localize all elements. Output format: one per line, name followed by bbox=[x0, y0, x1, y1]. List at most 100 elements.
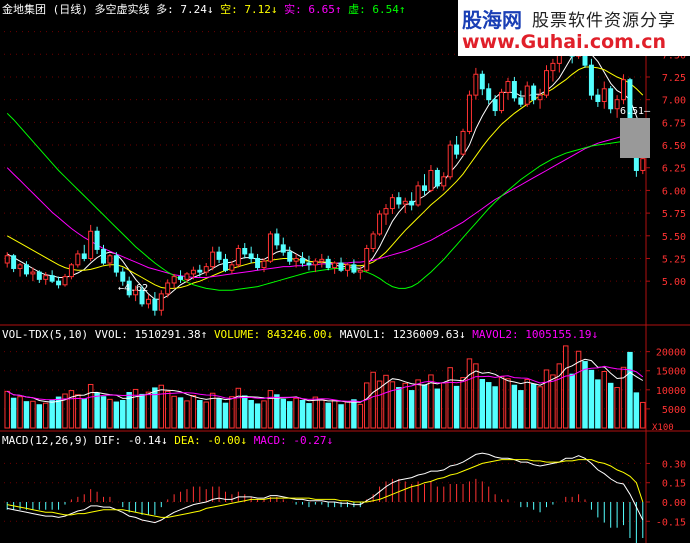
price-axis-tick-label: 5.25 bbox=[662, 254, 686, 265]
candle-body bbox=[210, 251, 216, 268]
volume-bar bbox=[415, 379, 421, 429]
macd-lines bbox=[7, 452, 644, 524]
volume-bar bbox=[518, 390, 524, 429]
candle-body bbox=[338, 262, 344, 271]
price-axis-tick-label: 5.75 bbox=[662, 209, 686, 220]
volume-bar bbox=[75, 394, 81, 429]
volume-bar bbox=[280, 398, 287, 429]
volume-bar bbox=[492, 386, 498, 429]
candle-body bbox=[68, 264, 74, 278]
candle-body bbox=[543, 70, 549, 96]
last-price-box bbox=[620, 118, 650, 158]
volume-bar bbox=[601, 370, 608, 429]
macd-value: MACD: -0.27↓ bbox=[253, 434, 334, 447]
volume-bar bbox=[640, 401, 646, 429]
candle-body bbox=[4, 255, 10, 264]
volume-bar bbox=[87, 383, 94, 429]
volume-bar bbox=[325, 402, 331, 429]
volume-bar bbox=[357, 403, 364, 429]
mavol2-value: MAVOL2: 1005155.19↓ bbox=[472, 328, 599, 341]
candle-body bbox=[319, 258, 325, 262]
watermark-logo: 股海网 bbox=[462, 8, 522, 32]
volume-bar bbox=[145, 391, 152, 429]
volume-bar bbox=[4, 390, 10, 429]
candle-body bbox=[203, 266, 209, 273]
candle-body bbox=[62, 276, 68, 286]
candle-body bbox=[518, 97, 524, 105]
candle-body bbox=[434, 169, 440, 187]
watermark-url: www.Guhai.com.cn bbox=[462, 31, 666, 53]
volume-bar bbox=[164, 390, 171, 429]
candle-body bbox=[402, 200, 408, 205]
volume-bar bbox=[100, 396, 107, 429]
volume-bar bbox=[107, 398, 113, 429]
candle-body bbox=[81, 253, 87, 259]
candle-body bbox=[75, 253, 81, 266]
candle-body bbox=[621, 79, 627, 101]
volume-bar bbox=[363, 382, 370, 429]
candle-body bbox=[409, 200, 415, 206]
volume-bar bbox=[242, 395, 248, 429]
candle-body bbox=[396, 197, 402, 205]
candle-body bbox=[49, 275, 55, 282]
volume-bar bbox=[338, 404, 344, 429]
candle-body bbox=[608, 88, 614, 110]
indicator-name: 多空虚实线 bbox=[94, 3, 150, 16]
candle-body bbox=[537, 94, 543, 101]
volume-bar bbox=[222, 402, 229, 429]
volume-bar bbox=[569, 373, 575, 429]
price-axis-tick-label: 6.50 bbox=[662, 141, 686, 152]
volume-bar bbox=[306, 403, 312, 429]
candle-body bbox=[36, 271, 42, 280]
candle-body bbox=[190, 269, 196, 275]
candle-body bbox=[56, 280, 62, 286]
candle-body bbox=[229, 264, 235, 271]
volume-bar bbox=[582, 361, 588, 429]
macd-header: MACD(12,26,9) DIF: -0.14↓ DEA: -0.00↓ MA… bbox=[2, 434, 333, 447]
candle-body bbox=[152, 298, 158, 311]
candle-body bbox=[261, 260, 267, 269]
volume-bar bbox=[229, 396, 235, 429]
candle-body bbox=[383, 208, 389, 215]
last-price-annotation: 6.51— bbox=[620, 106, 651, 117]
header-item-solid: 实: 6.65↑ bbox=[284, 3, 342, 16]
volume-bar bbox=[197, 400, 203, 429]
mavol1-value: MAVOL1: 1236009.63↓ bbox=[339, 328, 466, 341]
price-axis-tick-label: 7.25 bbox=[662, 73, 686, 84]
volume-bar bbox=[408, 390, 415, 429]
header-item-virtual: 虚: 6.54↑ bbox=[348, 3, 406, 16]
volume-bar bbox=[588, 369, 595, 429]
candle-body bbox=[312, 260, 318, 266]
macd-dif-line bbox=[7, 452, 644, 524]
volume-axis-tick-label: 5000 bbox=[662, 405, 686, 416]
volume-bar bbox=[607, 382, 614, 429]
volume-bar bbox=[633, 392, 640, 429]
volume-indicator-name: VOL-TDX(5,10) bbox=[2, 328, 89, 341]
volume-value: VOLUME: 843246.00↓ bbox=[213, 328, 334, 341]
volume-bar bbox=[261, 400, 267, 429]
volume-axis-tick-label: 10000 bbox=[656, 386, 686, 397]
candle-body bbox=[43, 275, 49, 280]
stock-chart[interactable]: 7.757.507.257.006.756.506.256.005.755.50… bbox=[0, 0, 690, 543]
volume-bar bbox=[434, 388, 441, 429]
candle-body bbox=[531, 85, 537, 101]
volume-bar bbox=[17, 396, 23, 429]
candle-body bbox=[447, 144, 453, 178]
macd-axis-tick-label: 0.30 bbox=[662, 459, 686, 470]
candle-body bbox=[280, 244, 286, 253]
volume-bar bbox=[216, 398, 222, 429]
candle-body bbox=[595, 94, 601, 102]
candle-body bbox=[235, 247, 241, 266]
macd-axis-tick-label: 0.15 bbox=[662, 479, 686, 490]
macd-dea-line bbox=[7, 459, 644, 518]
volume-bar bbox=[396, 387, 402, 429]
candle-body bbox=[306, 262, 312, 266]
volume-bar bbox=[36, 404, 43, 429]
candle-body bbox=[640, 158, 646, 171]
volume-bar bbox=[81, 398, 87, 429]
volume-bar bbox=[152, 387, 158, 429]
volume-bar bbox=[10, 397, 17, 429]
volume-bar bbox=[344, 401, 351, 429]
candle-body bbox=[377, 213, 383, 235]
volume-bars bbox=[4, 345, 646, 429]
